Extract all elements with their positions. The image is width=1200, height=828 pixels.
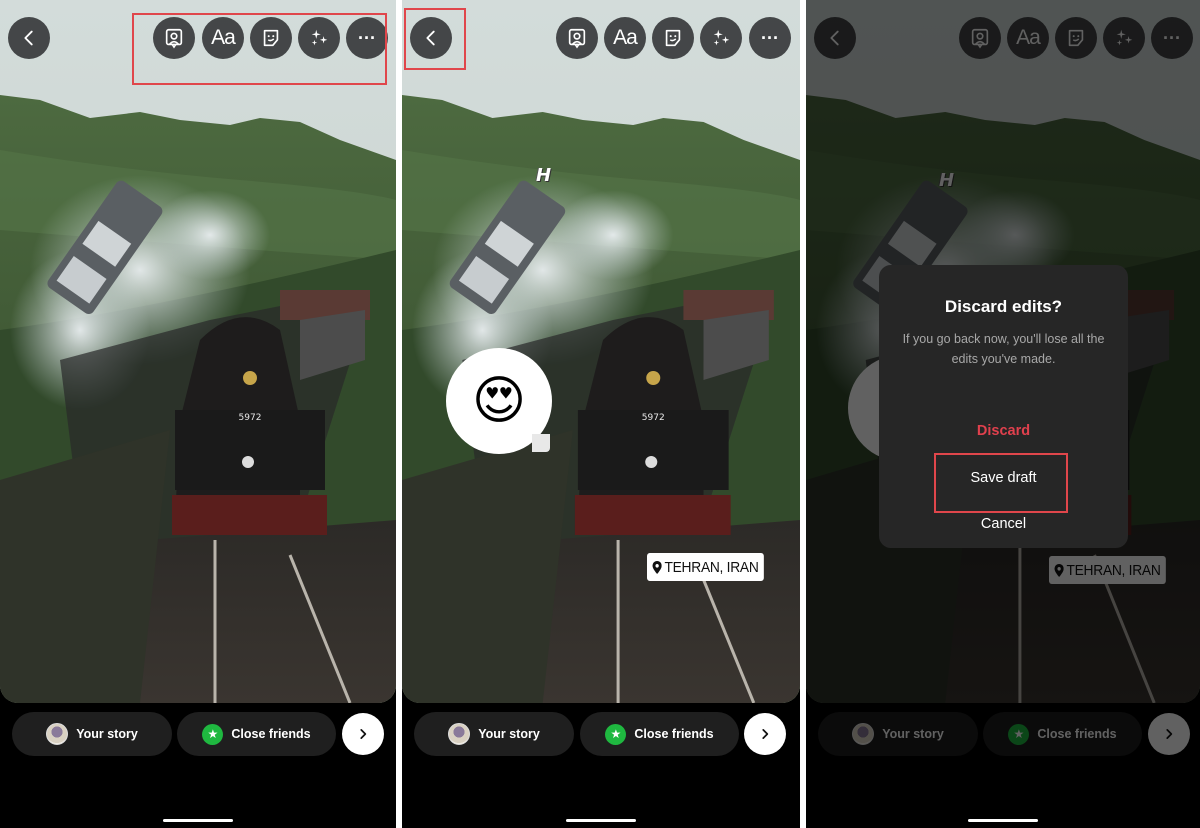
location-label: TEHRAN, IRAN [664, 558, 759, 576]
mention-button[interactable] [556, 17, 598, 59]
your-story-label: Your story [478, 727, 540, 741]
avatar [46, 723, 69, 745]
sticker-icon [665, 29, 681, 47]
your-story-button[interactable]: Your story [414, 712, 574, 756]
share-bar: Your story ★ Close friends [402, 712, 800, 756]
avatar [448, 723, 471, 745]
close-friends-button[interactable]: ★ Close friends [177, 712, 336, 756]
save-draft-highlight-box [934, 453, 1068, 513]
star-icon: ★ [605, 723, 627, 745]
dialog-message: If you go back now, you'll lose all the … [902, 332, 1105, 366]
train-photo [0, 0, 396, 703]
chevron-right-icon [762, 729, 769, 739]
back-button[interactable] [8, 17, 50, 59]
train-photo [402, 0, 800, 703]
more-button[interactable]: ··· [749, 17, 791, 59]
home-indicator[interactable] [566, 819, 636, 822]
dialog-title: Discard edits? [944, 297, 1063, 316]
effects-button[interactable] [700, 17, 742, 59]
heart-eyes-emoji: 😍 [471, 372, 527, 430]
close-friends-label: Close friends [634, 727, 714, 741]
effects-sparkle-icon [713, 29, 730, 46]
text-sticker[interactable]: H [536, 165, 551, 186]
location-pin-icon [652, 560, 662, 574]
panel-editor-initial: Aa ··· Your story ★ Close friends [0, 0, 396, 828]
share-bar: Your story ★ Close friends [0, 712, 396, 756]
mention-icon [568, 28, 586, 49]
back-highlight-box [404, 8, 466, 70]
sticker-button[interactable] [652, 17, 694, 59]
next-button[interactable] [342, 713, 384, 755]
chevron-right-icon [360, 729, 367, 739]
toolbar-highlight-box [132, 13, 387, 85]
story-photo [0, 0, 396, 703]
your-story-label: Your story [76, 727, 138, 741]
star-icon: ★ [202, 723, 224, 745]
text-button[interactable]: Aa [604, 17, 646, 59]
home-indicator[interactable] [163, 819, 233, 822]
cancel-button[interactable]: Cancel [879, 516, 1128, 532]
discard-button[interactable]: Discard [879, 423, 1128, 439]
close-friends-button[interactable]: ★ Close friends [580, 712, 739, 756]
your-story-button[interactable]: Your story [12, 712, 172, 756]
home-indicator[interactable] [968, 819, 1038, 822]
more-icon: ··· [761, 27, 779, 48]
location-sticker[interactable]: TEHRAN, IRAN [647, 553, 765, 581]
panel-discard-dialog: H TEHRAN, IRAN Aa ··· Your story ★ Close… [806, 0, 1200, 828]
chevron-left-icon [24, 30, 33, 46]
story-photo [402, 0, 800, 703]
emoji-slider-sticker[interactable]: 😍 [446, 348, 552, 454]
next-button[interactable] [744, 713, 786, 755]
close-friends-label: Close friends [231, 727, 311, 741]
text-icon: Aa [613, 26, 638, 49]
panel-editor-with-stickers: H 😍 TEHRAN, IRAN Aa ··· Your story ★ Clo… [402, 0, 800, 828]
